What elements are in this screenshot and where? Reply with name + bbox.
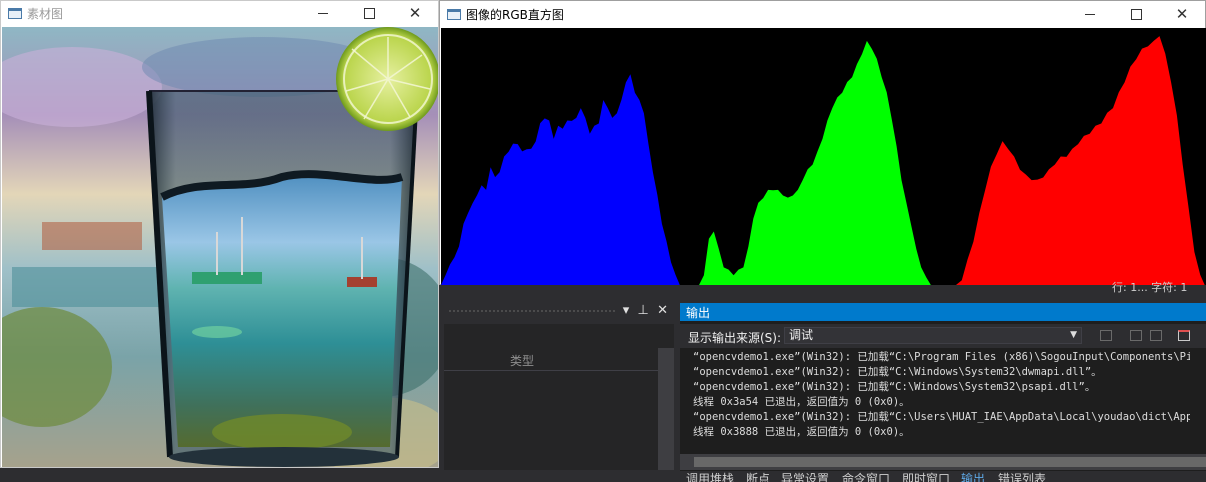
horizontal-scrollbar[interactable] bbox=[680, 454, 1206, 470]
maximize-icon bbox=[363, 7, 375, 19]
tab-output[interactable]: 输出 bbox=[961, 471, 985, 482]
column-header-type: 类型 bbox=[510, 354, 535, 368]
minimize-button[interactable] bbox=[1067, 2, 1113, 26]
photo-window: 素材图 ✕ bbox=[0, 0, 439, 468]
output-line: “opencvdemo1.exe”(Win32): 已加载“C:\Users\H… bbox=[693, 411, 1190, 423]
vertical-scrollbar[interactable] bbox=[658, 348, 674, 470]
output-line: 线程 0x3a54 已退出，返回值为 0 (0x0)。 bbox=[693, 396, 910, 408]
output-toolbar: 显示输出来源(S): 调试 ▼ bbox=[680, 324, 1206, 348]
properties-panel: ▾ ⊥ ✕ 类型 bbox=[444, 298, 674, 470]
tab-breakpoints[interactable]: 断点 bbox=[746, 471, 770, 482]
glass-with-lime-illustration bbox=[2, 27, 438, 467]
output-panel-header[interactable]: 输出 bbox=[680, 303, 1206, 321]
histogram-red-channel bbox=[956, 36, 1206, 288]
tab-error-list[interactable]: 错误列表 bbox=[998, 471, 1046, 482]
close-icon: ✕ bbox=[408, 4, 422, 22]
minimize-icon bbox=[318, 12, 328, 14]
histogram-blue-channel bbox=[441, 74, 689, 288]
bottom-tab-strip: 调用堆栈 断点 异常设置 命令窗口 即时窗口 输出 错误列表 bbox=[680, 471, 1206, 482]
output-panel-title: 输出 bbox=[686, 306, 711, 320]
photo-window-titlebar[interactable]: 素材图 ✕ bbox=[1, 1, 438, 25]
scrollbar-thumb[interactable] bbox=[694, 457, 1206, 467]
drag-grip[interactable] bbox=[448, 309, 616, 314]
histogram-green-channel bbox=[699, 40, 941, 289]
maximize-icon bbox=[1130, 8, 1142, 20]
tab-exception-settings[interactable]: 异常设置 bbox=[781, 471, 829, 482]
output-line: “opencvdemo1.exe”(Win32): 已加载“C:\Windows… bbox=[693, 381, 1096, 393]
close-icon[interactable]: ✕ bbox=[657, 303, 668, 318]
minimize-icon bbox=[1085, 13, 1095, 15]
output-text-area[interactable]: “opencvdemo1.exe”(Win32): 已加载“C:\Program… bbox=[680, 348, 1190, 453]
output-line: “opencvdemo1.exe”(Win32): 已加载“C:\Windows… bbox=[693, 366, 1102, 378]
close-icon: ✕ bbox=[1175, 5, 1189, 23]
histogram-svg bbox=[441, 36, 1206, 289]
app-window-icon bbox=[447, 8, 461, 20]
status-bar-fragment: 行: 1... 字符: 1 bbox=[1112, 281, 1188, 294]
histogram-window-title: 图像的RGB直方图 bbox=[466, 7, 564, 22]
column-header[interactable]: 类型 bbox=[444, 350, 658, 371]
histogram-window-titlebar[interactable]: 图像的RGB直方图 ✕ bbox=[440, 1, 1205, 27]
tab-command-window[interactable]: 命令窗口 bbox=[842, 471, 890, 482]
histogram-window: 图像的RGB直方图 ✕ bbox=[439, 0, 1206, 289]
maximize-button[interactable] bbox=[346, 1, 392, 25]
tab-immediate-window[interactable]: 即时窗口 bbox=[902, 471, 950, 482]
output-line: “opencvdemo1.exe”(Win32): 已加载“C:\Program… bbox=[693, 351, 1190, 363]
next-message-icon[interactable] bbox=[1150, 330, 1162, 341]
output-line: 线程 0x3888 已退出，返回值为 0 (0x0)。 bbox=[693, 426, 910, 438]
find-message-icon[interactable] bbox=[1100, 330, 1112, 341]
pin-icon[interactable]: ⊥ bbox=[638, 303, 649, 318]
rgb-histogram-chart bbox=[441, 28, 1206, 289]
output-panel: 输出 显示输出来源(S): 调试 ▼ “opencvdemo1.exe”(Win… bbox=[680, 303, 1206, 482]
dropdown-icon[interactable]: ▾ bbox=[623, 303, 630, 318]
minimize-button[interactable] bbox=[300, 1, 346, 25]
output-source-select[interactable]: 调试 ▼ bbox=[784, 327, 1082, 344]
close-button[interactable]: ✕ bbox=[1159, 2, 1205, 26]
panel-toolbar: ▾ ⊥ ✕ bbox=[444, 298, 674, 324]
output-source-value: 调试 bbox=[789, 328, 814, 342]
previous-message-icon[interactable] bbox=[1130, 330, 1142, 341]
close-button[interactable]: ✕ bbox=[392, 1, 438, 25]
clear-all-icon[interactable] bbox=[1178, 330, 1190, 341]
photo-window-title: 素材图 bbox=[27, 6, 64, 21]
output-source-label: 显示输出来源(S): bbox=[688, 331, 782, 345]
app-window-icon bbox=[8, 7, 22, 19]
chevron-down-icon: ▼ bbox=[1070, 330, 1077, 340]
maximize-button[interactable] bbox=[1113, 2, 1159, 26]
tab-call-stack[interactable]: 调用堆栈 bbox=[686, 471, 734, 482]
material-photo bbox=[2, 27, 438, 467]
